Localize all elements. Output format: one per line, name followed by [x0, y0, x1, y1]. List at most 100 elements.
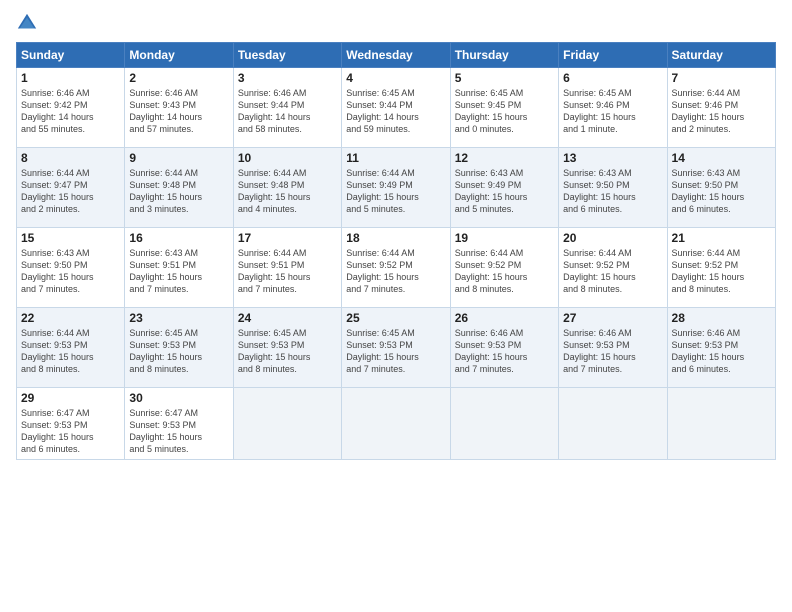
- weekday-header-monday: Monday: [125, 43, 233, 68]
- weekday-header-row: SundayMondayTuesdayWednesdayThursdayFrid…: [17, 43, 776, 68]
- day-cell: 12 Sunrise: 6:43 AM Sunset: 9:49 PM Dayli…: [450, 148, 558, 228]
- day-cell: 1 Sunrise: 6:46 AM Sunset: 9:42 PM Daylig…: [17, 68, 125, 148]
- day-number: 8: [21, 151, 120, 165]
- day-cell: 30Sunrise: 6:47 AM Sunset: 9:53 PM Dayli…: [125, 388, 233, 460]
- day-cell: 29 Sunrise: 6:47 AM Sunset: 9:53 PM Dayli…: [17, 388, 125, 460]
- day-cell: 17 Sunrise: 6:44 AM Sunset: 9:51 PM Dayli…: [233, 228, 341, 308]
- day-cell: 9 Sunrise: 6:44 AM Sunset: 9:48 PM Daylig…: [125, 148, 233, 228]
- day-info: Sunrise: 6:44 AM Sunset: 9:51 PM Dayligh…: [238, 247, 337, 296]
- day-number: 27: [563, 311, 662, 325]
- day-cell: 23 Sunrise: 6:45 AM Sunset: 9:53 PM Dayli…: [125, 308, 233, 388]
- day-number: 11: [346, 151, 445, 165]
- weekday-header-wednesday: Wednesday: [342, 43, 450, 68]
- weekday-header-thursday: Thursday: [450, 43, 558, 68]
- day-cell: 10 Sunrise: 6:44 AM Sunset: 9:48 PM Dayli…: [233, 148, 341, 228]
- day-info: Sunrise: 6:44 AM Sunset: 9:53 PM Dayligh…: [21, 327, 120, 376]
- day-cell: 26 Sunrise: 6:46 AM Sunset: 9:53 PM Dayli…: [450, 308, 558, 388]
- day-cell: 28Sunrise: 6:46 AM Sunset: 9:53 PM Dayli…: [667, 308, 775, 388]
- day-number: 16: [129, 231, 228, 245]
- day-cell: 15Sunrise: 6:43 AM Sunset: 9:50 PM Dayli…: [17, 228, 125, 308]
- day-info: Sunrise: 6:43 AM Sunset: 9:49 PM Dayligh…: [455, 167, 554, 216]
- day-info: Sunrise: 6:45 AM Sunset: 9:45 PM Dayligh…: [455, 87, 554, 136]
- day-number: 5: [455, 71, 554, 85]
- day-info: Sunrise: 6:43 AM Sunset: 9:50 PM Dayligh…: [672, 167, 771, 216]
- day-number: 3: [238, 71, 337, 85]
- day-info: Sunrise: 6:44 AM Sunset: 9:46 PM Dayligh…: [672, 87, 771, 136]
- day-info: Sunrise: 6:43 AM Sunset: 9:50 PM Dayligh…: [21, 247, 120, 296]
- week-row-4: 22 Sunrise: 6:44 AM Sunset: 9:53 PM Dayli…: [17, 308, 776, 388]
- page: SundayMondayTuesdayWednesdayThursdayFrid…: [0, 0, 792, 612]
- day-number: 29: [21, 391, 120, 405]
- day-number: 19: [455, 231, 554, 245]
- day-cell: 21 Sunrise: 6:44 AM Sunset: 9:52 PM Dayli…: [667, 228, 775, 308]
- calendar-table: SundayMondayTuesdayWednesdayThursdayFrid…: [16, 42, 776, 460]
- header: [16, 12, 776, 34]
- day-number: 6: [563, 71, 662, 85]
- day-cell: 5 Sunrise: 6:45 AM Sunset: 9:45 PM Daylig…: [450, 68, 558, 148]
- day-info: Sunrise: 6:47 AM Sunset: 9:53 PM Dayligh…: [21, 407, 120, 456]
- day-cell: 19Sunrise: 6:44 AM Sunset: 9:52 PM Dayli…: [450, 228, 558, 308]
- day-info: Sunrise: 6:44 AM Sunset: 9:48 PM Dayligh…: [238, 167, 337, 216]
- weekday-header-saturday: Saturday: [667, 43, 775, 68]
- day-number: 26: [455, 311, 554, 325]
- weekday-header-tuesday: Tuesday: [233, 43, 341, 68]
- day-info: Sunrise: 6:45 AM Sunset: 9:44 PM Dayligh…: [346, 87, 445, 136]
- week-row-3: 15Sunrise: 6:43 AM Sunset: 9:50 PM Dayli…: [17, 228, 776, 308]
- day-cell: 18Sunrise: 6:44 AM Sunset: 9:52 PM Dayli…: [342, 228, 450, 308]
- day-cell: 6 Sunrise: 6:45 AM Sunset: 9:46 PM Daylig…: [559, 68, 667, 148]
- day-cell: [233, 388, 341, 460]
- day-number: 2: [129, 71, 228, 85]
- day-cell: 20Sunrise: 6:44 AM Sunset: 9:52 PM Dayli…: [559, 228, 667, 308]
- weekday-header-sunday: Sunday: [17, 43, 125, 68]
- day-number: 4: [346, 71, 445, 85]
- day-number: 10: [238, 151, 337, 165]
- day-cell: 24 Sunrise: 6:45 AM Sunset: 9:53 PM Dayli…: [233, 308, 341, 388]
- week-row-5: 29 Sunrise: 6:47 AM Sunset: 9:53 PM Dayli…: [17, 388, 776, 460]
- day-info: Sunrise: 6:45 AM Sunset: 9:53 PM Dayligh…: [129, 327, 228, 376]
- day-info: Sunrise: 6:46 AM Sunset: 9:43 PM Dayligh…: [129, 87, 228, 136]
- day-info: Sunrise: 6:44 AM Sunset: 9:48 PM Dayligh…: [129, 167, 228, 216]
- day-cell: 25 Sunrise: 6:45 AM Sunset: 9:53 PM Dayli…: [342, 308, 450, 388]
- day-number: 1: [21, 71, 120, 85]
- day-info: Sunrise: 6:43 AM Sunset: 9:50 PM Dayligh…: [563, 167, 662, 216]
- day-cell: 27 Sunrise: 6:46 AM Sunset: 9:53 PM Dayli…: [559, 308, 667, 388]
- day-number: 13: [563, 151, 662, 165]
- day-number: 21: [672, 231, 771, 245]
- day-number: 17: [238, 231, 337, 245]
- day-number: 23: [129, 311, 228, 325]
- day-cell: 16Sunrise: 6:43 AM Sunset: 9:51 PM Dayli…: [125, 228, 233, 308]
- day-cell: 2 Sunrise: 6:46 AM Sunset: 9:43 PM Daylig…: [125, 68, 233, 148]
- day-cell: 11 Sunrise: 6:44 AM Sunset: 9:49 PM Dayli…: [342, 148, 450, 228]
- day-info: Sunrise: 6:45 AM Sunset: 9:53 PM Dayligh…: [346, 327, 445, 376]
- day-info: Sunrise: 6:44 AM Sunset: 9:52 PM Dayligh…: [672, 247, 771, 296]
- day-info: Sunrise: 6:46 AM Sunset: 9:53 PM Dayligh…: [563, 327, 662, 376]
- day-cell: 8 Sunrise: 6:44 AM Sunset: 9:47 PM Daylig…: [17, 148, 125, 228]
- day-info: Sunrise: 6:45 AM Sunset: 9:53 PM Dayligh…: [238, 327, 337, 376]
- day-number: 7: [672, 71, 771, 85]
- day-info: Sunrise: 6:46 AM Sunset: 9:42 PM Dayligh…: [21, 87, 120, 136]
- day-number: 22: [21, 311, 120, 325]
- day-number: 14: [672, 151, 771, 165]
- day-cell: [559, 388, 667, 460]
- day-info: Sunrise: 6:46 AM Sunset: 9:53 PM Dayligh…: [672, 327, 771, 376]
- day-cell: [342, 388, 450, 460]
- day-number: 20: [563, 231, 662, 245]
- day-info: Sunrise: 6:44 AM Sunset: 9:49 PM Dayligh…: [346, 167, 445, 216]
- logo: [16, 12, 42, 34]
- day-number: 12: [455, 151, 554, 165]
- day-info: Sunrise: 6:46 AM Sunset: 9:53 PM Dayligh…: [455, 327, 554, 376]
- day-cell: 13 Sunrise: 6:43 AM Sunset: 9:50 PM Dayli…: [559, 148, 667, 228]
- day-number: 25: [346, 311, 445, 325]
- day-number: 9: [129, 151, 228, 165]
- day-info: Sunrise: 6:46 AM Sunset: 9:44 PM Dayligh…: [238, 87, 337, 136]
- day-info: Sunrise: 6:44 AM Sunset: 9:47 PM Dayligh…: [21, 167, 120, 216]
- day-info: Sunrise: 6:45 AM Sunset: 9:46 PM Dayligh…: [563, 87, 662, 136]
- logo-icon: [16, 12, 38, 34]
- day-cell: 14 Sunrise: 6:43 AM Sunset: 9:50 PM Dayli…: [667, 148, 775, 228]
- day-info: Sunrise: 6:47 AM Sunset: 9:53 PM Dayligh…: [129, 407, 228, 456]
- day-number: 24: [238, 311, 337, 325]
- day-info: Sunrise: 6:44 AM Sunset: 9:52 PM Dayligh…: [346, 247, 445, 296]
- day-cell: 7 Sunrise: 6:44 AM Sunset: 9:46 PM Daylig…: [667, 68, 775, 148]
- day-cell: [667, 388, 775, 460]
- day-cell: 22 Sunrise: 6:44 AM Sunset: 9:53 PM Dayli…: [17, 308, 125, 388]
